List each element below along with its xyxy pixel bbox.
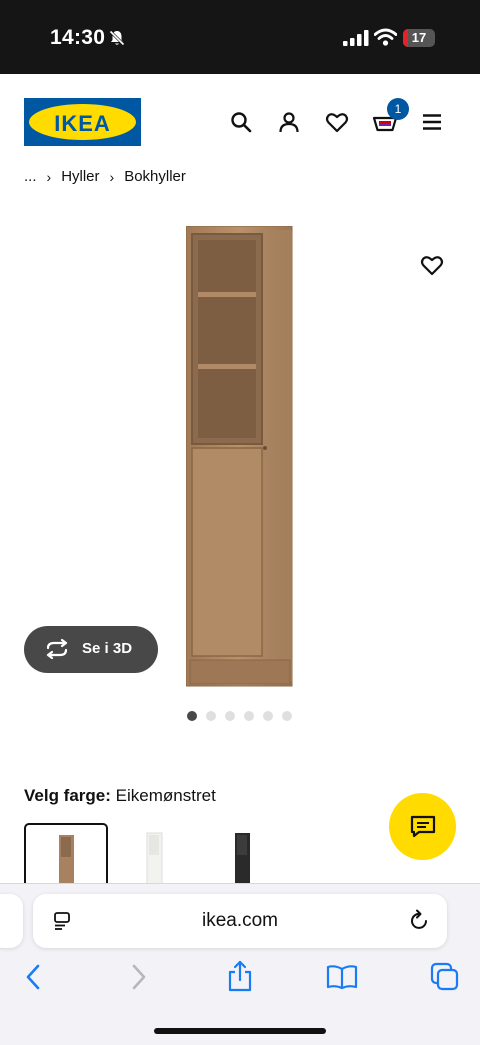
ikea-logo[interactable]: IKEA <box>24 98 141 146</box>
bookcase-image <box>186 226 293 687</box>
share-icon[interactable] <box>227 960 253 992</box>
logo-text: IKEA <box>54 111 111 136</box>
tabs-icon[interactable] <box>430 962 460 992</box>
logo-oval: IKEA <box>29 104 136 140</box>
battery-icon: 17 <box>403 29 435 47</box>
silent-bell-icon <box>109 30 125 46</box>
home-indicator <box>154 1028 326 1034</box>
search-icon[interactable] <box>229 110 253 134</box>
site-header: IKEA 1 <box>0 74 480 174</box>
forward-icon[interactable] <box>128 964 148 990</box>
view-in-3d-label: Se i 3D <box>82 640 133 657</box>
favorite-heart-icon[interactable] <box>420 253 444 277</box>
chat-icon <box>410 815 436 838</box>
gallery-dot[interactable] <box>206 711 216 721</box>
status-bar: 14:30 17 <box>0 0 480 74</box>
menu-icon[interactable] <box>420 110 444 134</box>
breadcrumb-ellipsis[interactable]: ... <box>24 168 37 185</box>
chevron-right-icon: › <box>46 168 52 185</box>
rotate-3d-icon <box>46 639 68 659</box>
breadcrumb: ... › Hyller › Bokhyller <box>24 168 186 185</box>
product-image-gallery[interactable] <box>0 200 480 700</box>
gallery-dot[interactable] <box>187 711 197 721</box>
gallery-dot[interactable] <box>282 711 292 721</box>
gallery-dot[interactable] <box>263 711 273 721</box>
battery-level: 17 <box>411 30 427 45</box>
back-icon[interactable] <box>24 964 44 990</box>
bookmarks-icon[interactable] <box>326 964 358 990</box>
cellular-signal-icon <box>343 30 369 46</box>
color-selector-value: Eikemønstret <box>115 786 216 805</box>
gallery-dot[interactable] <box>225 711 235 721</box>
browser-toolbar: ikea.com <box>0 883 480 1045</box>
cart-count-badge: 1 <box>387 98 409 120</box>
view-in-3d-button[interactable]: Se i 3D <box>24 626 158 673</box>
color-selector-heading: Velg farge: Eikemønstret <box>24 786 216 806</box>
heart-icon[interactable] <box>325 110 349 134</box>
chat-button[interactable] <box>389 793 456 860</box>
account-icon[interactable] <box>277 110 301 134</box>
status-time: 14:30 <box>50 26 106 49</box>
address-bar[interactable]: ikea.com <box>33 894 447 948</box>
gallery-pagination <box>187 711 292 721</box>
wifi-icon <box>374 28 397 46</box>
chevron-right-icon: › <box>109 168 115 185</box>
breadcrumb-item-bokhyller[interactable]: Bokhyller <box>124 168 186 185</box>
previous-tab-preview[interactable] <box>0 894 23 948</box>
gallery-dot[interactable] <box>244 711 254 721</box>
breadcrumb-item-hyller[interactable]: Hyller <box>61 168 99 185</box>
reload-icon[interactable] <box>409 909 431 933</box>
url-text: ikea.com <box>201 910 279 931</box>
color-selector-label: Velg farge: <box>24 786 111 805</box>
